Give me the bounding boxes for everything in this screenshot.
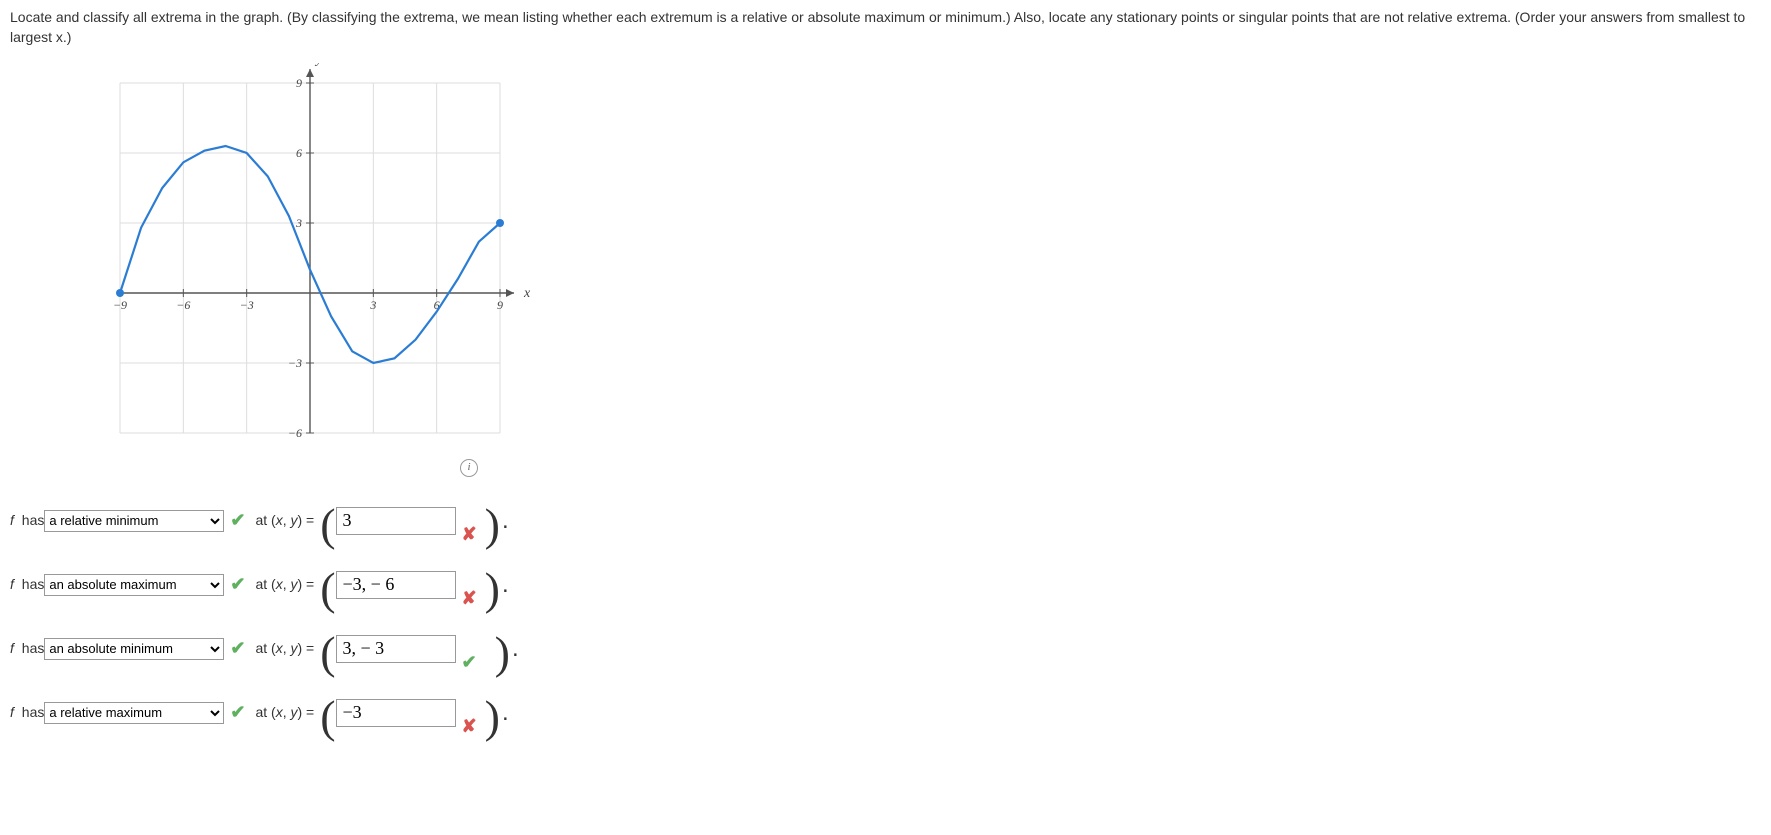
svg-text:6: 6 xyxy=(296,146,302,160)
period: . xyxy=(502,568,509,602)
coord-input[interactable] xyxy=(336,507,456,535)
period: . xyxy=(512,632,519,666)
check-icon: ✔ xyxy=(462,650,477,675)
at-label: at (x, y) = xyxy=(255,575,314,595)
check-icon: ✔ xyxy=(230,700,245,725)
at-label: at (x, y) = xyxy=(255,511,314,531)
svg-text:−3: −3 xyxy=(240,298,254,312)
svg-text:−3: −3 xyxy=(288,356,302,370)
question-body: Locate and classify all extrema in the g… xyxy=(10,9,1745,45)
f-has-label: f has xyxy=(10,703,44,723)
check-icon: ✔ xyxy=(230,508,245,533)
svg-text:3: 3 xyxy=(295,216,302,230)
check-icon: ✔ xyxy=(230,572,245,597)
period: . xyxy=(502,504,509,538)
answer-row-2: f has a relative minimuma relative maxim… xyxy=(10,617,1761,681)
classification-select[interactable]: a relative minimuma relative maximuman a… xyxy=(44,510,224,532)
x-icon: ✘ xyxy=(462,522,477,547)
classification-select[interactable]: a relative minimuma relative maximuman a… xyxy=(44,638,224,660)
f-has-label: f has xyxy=(10,575,44,595)
coord-input[interactable] xyxy=(336,699,456,727)
svg-text:y: y xyxy=(314,63,323,67)
svg-text:9: 9 xyxy=(296,76,302,90)
svg-text:−6: −6 xyxy=(288,426,302,440)
check-icon: ✔ xyxy=(230,636,245,661)
answers-block: f has a relative minimuma relative maxim… xyxy=(10,489,1761,745)
classification-select[interactable]: a relative minimuma relative maximuman a… xyxy=(44,574,224,596)
question-text: Locate and classify all extrema in the g… xyxy=(10,8,1761,47)
coord-input[interactable] xyxy=(336,571,456,599)
svg-text:x: x xyxy=(523,286,531,301)
svg-text:−6: −6 xyxy=(176,298,190,312)
at-label: at (x, y) = xyxy=(255,703,314,723)
coord-input[interactable] xyxy=(336,635,456,663)
svg-text:9: 9 xyxy=(497,298,503,312)
answer-row-3: f has a relative minimuma relative maxim… xyxy=(10,681,1761,745)
period: . xyxy=(502,696,509,730)
svg-text:−9: −9 xyxy=(113,298,127,312)
x-icon: ✘ xyxy=(462,714,477,739)
info-icon[interactable]: i xyxy=(460,459,478,477)
svg-text:3: 3 xyxy=(369,298,376,312)
answer-row-0: f has a relative minimuma relative maxim… xyxy=(10,489,1761,553)
graph-svg: −9−6−3369−6−3369xy xyxy=(80,63,540,463)
at-label: at (x, y) = xyxy=(255,639,314,659)
x-icon: ✘ xyxy=(462,586,477,611)
graph: −9−6−3369−6−3369xy xyxy=(80,63,1761,469)
f-has-label: f has xyxy=(10,639,44,659)
f-has-label: f has xyxy=(10,511,44,531)
classification-select[interactable]: a relative minimuma relative maximuman a… xyxy=(44,702,224,724)
answer-row-1: f has a relative minimuma relative maxim… xyxy=(10,553,1761,617)
